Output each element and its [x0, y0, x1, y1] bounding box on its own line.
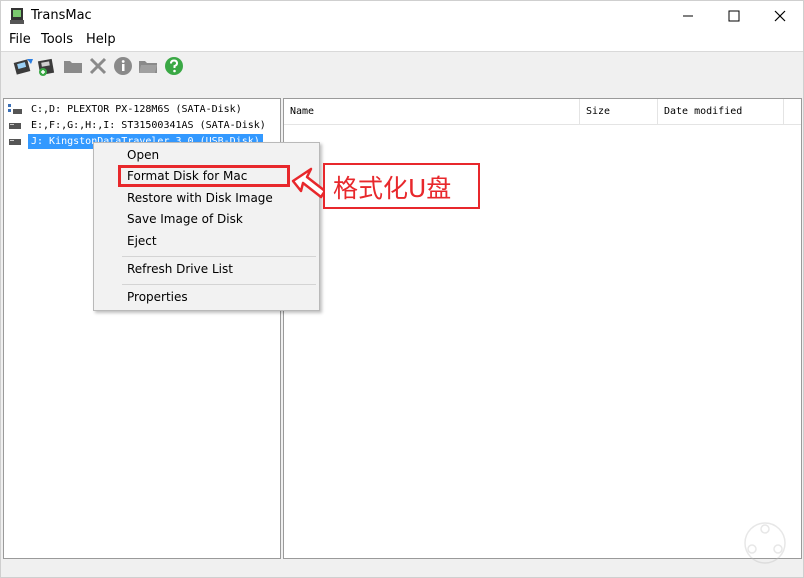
menu-file[interactable]: File: [9, 32, 31, 47]
menu-separator: [122, 284, 316, 285]
drive-label: E:,F:,G:,H:,I: ST31500341AS (SATA-Disk): [31, 120, 266, 131]
usb-drive-icon: [9, 139, 21, 145]
ctx-properties[interactable]: Properties: [127, 290, 188, 304]
menu-tools[interactable]: Tools: [41, 32, 73, 47]
title-bar: TransMac: [1, 1, 803, 31]
window-title: TransMac: [31, 8, 92, 23]
save-disk-icon[interactable]: [36, 55, 58, 77]
transmac-app-icon: [10, 8, 24, 24]
column-header-date-modified[interactable]: Date modified: [658, 99, 784, 125]
ctx-eject[interactable]: Eject: [127, 234, 157, 248]
close-icon: [774, 10, 786, 22]
hard-drive-icon: [9, 123, 21, 129]
annotation-callout: 格式化U盘: [323, 163, 480, 209]
toolbar: [1, 51, 803, 95]
folder-icon[interactable]: [62, 55, 84, 77]
open-disk-icon[interactable]: [13, 55, 35, 77]
maximize-button[interactable]: [711, 1, 757, 31]
watermark-logo-icon: [744, 522, 786, 564]
delete-icon[interactable]: [87, 55, 109, 77]
close-button[interactable]: [757, 1, 803, 31]
ctx-save-image-of-disk[interactable]: Save Image of Disk: [127, 212, 243, 226]
help-icon[interactable]: [163, 55, 185, 77]
ctx-refresh-drive-list[interactable]: Refresh Drive List: [127, 262, 233, 276]
annotation-text: 格式化U盘: [333, 174, 452, 203]
column-header-size[interactable]: Size: [580, 99, 658, 125]
annotation-arrow-icon: [291, 167, 327, 199]
menu-bar: File Tools Help: [1, 31, 803, 51]
maximize-icon: [728, 10, 740, 22]
list-header: Name Size Date modified: [284, 99, 801, 125]
ctx-restore-with-disk-image[interactable]: Restore with Disk Image: [127, 191, 273, 205]
minimize-button[interactable]: [665, 1, 711, 31]
highlight-box: [118, 165, 290, 187]
drive-tree-icon: [8, 104, 22, 114]
minimize-icon: [683, 15, 693, 17]
transmac-window: TransMac File Tools Help C:,D: PLEXTOR P…: [0, 0, 804, 578]
info-icon[interactable]: [112, 55, 134, 77]
menu-help[interactable]: Help: [86, 32, 116, 47]
menu-separator: [122, 256, 316, 257]
ctx-open[interactable]: Open: [127, 148, 159, 162]
column-header-name[interactable]: Name: [284, 99, 580, 125]
drive-label: C:,D: PLEXTOR PX-128M6S (SATA-Disk): [31, 104, 242, 115]
folder-open-icon[interactable]: [137, 55, 159, 77]
